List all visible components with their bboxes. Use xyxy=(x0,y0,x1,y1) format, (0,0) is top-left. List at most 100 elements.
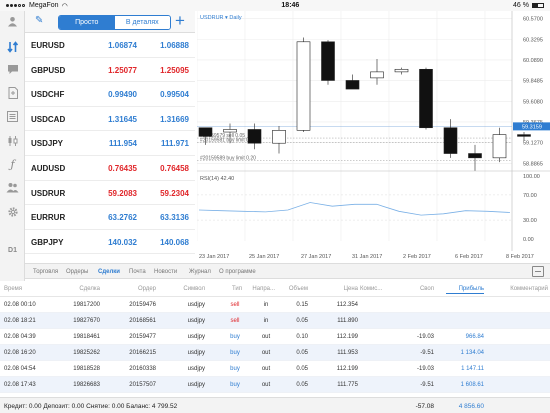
chat-icon[interactable] xyxy=(4,61,21,78)
table-row[interactable]: 02.08 00:10 19817200 20159476 usdjpy sell in 0… xyxy=(0,297,550,313)
chart-svg: 60.570060.329560.089059.848559.608059.36… xyxy=(197,11,550,260)
table-row[interactable]: 02.08 16:20 19825262 20166215 usdjpy buy out 0… xyxy=(0,345,550,361)
cell-dir: in xyxy=(263,318,269,324)
column-header-1[interactable]: Сделка xyxy=(60,286,100,292)
column-header-5[interactable]: Напра... xyxy=(245,286,275,292)
person-icon[interactable] xyxy=(4,13,21,30)
quote-bid: 59.2083 xyxy=(108,188,137,198)
cell-deal: 19818528 xyxy=(73,366,100,372)
tab-4[interactable]: Новости xyxy=(154,269,177,275)
order-line-label: #20159581 buy limit 0.20 xyxy=(200,137,256,143)
quote-bid: 63.2762 xyxy=(108,213,137,223)
status-bar: MegaFon ◠ 18:46 46 % xyxy=(0,0,550,11)
tab-0[interactable]: Торговля xyxy=(33,269,58,275)
cell-price: 112.199 xyxy=(336,366,358,372)
cell-vol: 0.05 xyxy=(296,350,308,356)
column-header-10[interactable]: Прибыль xyxy=(446,286,484,294)
candles-icon[interactable] xyxy=(4,132,21,149)
candle-body xyxy=(223,129,237,133)
edit-icon[interactable]: ✎ xyxy=(35,15,43,26)
quote-ask: 63.3136 xyxy=(160,213,189,223)
tab-5[interactable]: Журнал xyxy=(189,269,211,275)
function-icon[interactable]: ƒ xyxy=(4,156,21,173)
x-tick-label: 27 Jan 2017 xyxy=(301,254,331,260)
column-header-0[interactable]: Время xyxy=(4,286,54,292)
price-tick-label: 60.5700 xyxy=(523,17,543,23)
quote-row-gbpjpy[interactable]: GBPJPY 140.032 140.068 xyxy=(25,230,195,255)
cell-type: buy xyxy=(230,334,240,340)
quote-row-audusd[interactable]: AUDUSD 0.76435 0.76458 xyxy=(25,156,195,181)
cell-symbol: usdjpy xyxy=(187,334,205,340)
cell-price: 112.354 xyxy=(336,302,358,308)
cell-type: buy xyxy=(230,350,240,356)
battery-icon xyxy=(532,3,544,8)
cell-type: buy xyxy=(230,366,240,372)
cell-dir: out xyxy=(261,382,271,388)
column-header-4[interactable]: Тип xyxy=(228,286,242,292)
add-symbol-icon[interactable]: + xyxy=(175,12,185,29)
quote-row-usdrur[interactable]: USDRUR 59.2083 59.2304 xyxy=(25,181,195,206)
gear-icon[interactable] xyxy=(4,203,21,220)
quote-bid: 1.06874 xyxy=(108,41,137,50)
quote-ask: 59.2304 xyxy=(160,188,189,198)
tab-1[interactable]: Ордеры xyxy=(66,269,88,275)
quote-row-gbpusd[interactable]: GBPUSD 1.25077 1.25095 xyxy=(25,58,195,83)
column-header-2[interactable]: Ордер xyxy=(116,286,156,292)
price-tick-label: 59.1270 xyxy=(523,141,543,147)
rsi-tick-label: 0.00 xyxy=(523,237,534,243)
column-header-9[interactable]: Своп xyxy=(400,286,434,292)
quote-row-eurusd[interactable]: EURUSD 1.06874 1.06888 xyxy=(25,33,195,58)
cell-dir: out xyxy=(261,350,271,356)
quote-row-usdjpy[interactable]: USDJPY 111.954 111.971 xyxy=(25,131,195,156)
rsi-tick-label: 100.00 xyxy=(523,174,540,180)
x-tick-label: 8 Feb 2017 xyxy=(506,254,534,260)
cell-time: 02.08 16:20 xyxy=(4,350,36,356)
chart[interactable]: 60.570060.329560.089059.848559.608059.36… xyxy=(197,11,550,261)
candle-body xyxy=(443,127,458,154)
cell-deal: 19817200 xyxy=(73,302,100,308)
current-price-label: 59.3159 xyxy=(522,124,542,130)
layout-icon[interactable] xyxy=(532,266,544,277)
profit-total: 4 856.60 xyxy=(458,403,484,410)
column-header-11[interactable]: Комментарий xyxy=(484,286,548,292)
order-line-label: #20159589 buy limit 0.20 xyxy=(200,155,256,161)
detailed-view-button[interactable]: В деталях xyxy=(114,16,170,29)
swap-total: -57.08 xyxy=(415,403,434,410)
people-icon[interactable] xyxy=(4,179,21,196)
cell-vol: 0.05 xyxy=(296,366,308,372)
document-icon[interactable] xyxy=(4,84,21,101)
tab-6[interactable]: О программе xyxy=(219,269,256,275)
carrier-name: MegaFon xyxy=(29,2,59,9)
table-row[interactable]: 02.08 17:43 19826683 20157507 usdjpy buy out 0… xyxy=(0,377,550,393)
cell-price: 112.199 xyxy=(336,334,358,340)
sort-icon[interactable] xyxy=(4,38,21,55)
quote-bid: 0.76435 xyxy=(108,163,137,173)
column-header-3[interactable]: Символ xyxy=(175,286,205,292)
period-button[interactable]: D1 xyxy=(4,242,21,259)
table-row[interactable]: 02.08 04:39 19818461 20159477 usdjpy buy out 0… xyxy=(0,329,550,345)
tab-3[interactable]: Почта xyxy=(129,269,146,275)
cell-symbol: usdjpy xyxy=(187,382,205,388)
table-row[interactable]: 02.08 04:54 19818528 20160338 usdjpy buy out 0… xyxy=(0,361,550,377)
simple-view-button[interactable]: Просто xyxy=(59,16,115,29)
column-header-8[interactable]: Комис... xyxy=(360,286,390,292)
price-tick-label: 60.0890 xyxy=(523,58,543,64)
quote-symbol: GBPUSD xyxy=(31,65,66,75)
list-icon[interactable] xyxy=(4,108,21,125)
price-tick-label: 59.8485 xyxy=(523,79,543,85)
tab-2[interactable]: Сделки xyxy=(98,269,120,275)
column-header-6[interactable]: Объем xyxy=(285,286,308,292)
x-tick-label: 2 Feb 2017 xyxy=(403,254,431,260)
quote-row-eurrur[interactable]: EURRUR 63.2762 63.3136 xyxy=(25,205,195,230)
quote-row-usdchf[interactable]: USDCHF 0.99490 0.99504 xyxy=(25,82,195,107)
quote-symbol: EURRUR xyxy=(31,213,66,223)
cell-price: 111.953 xyxy=(337,350,358,356)
quote-symbol: USDCHF xyxy=(31,90,65,100)
terminal-tabs: Торговля Ордеры Сделки Почта Новости Журнал О … xyxy=(25,263,550,279)
quote-row-usdcad[interactable]: USDCAD 1.31645 1.31669 xyxy=(25,107,195,132)
column-header-7[interactable]: Цена xyxy=(333,286,358,292)
account-summary: Кредит: 0.00 Депозит: 0.00 Снятие: 0.00 … xyxy=(0,397,550,413)
quote-symbol: USDRUR xyxy=(31,188,66,198)
cell-time: 02.08 04:54 xyxy=(4,366,36,372)
table-row[interactable]: 02.08 18:21 19827670 20168561 usdjpy sell in 0… xyxy=(0,313,550,329)
